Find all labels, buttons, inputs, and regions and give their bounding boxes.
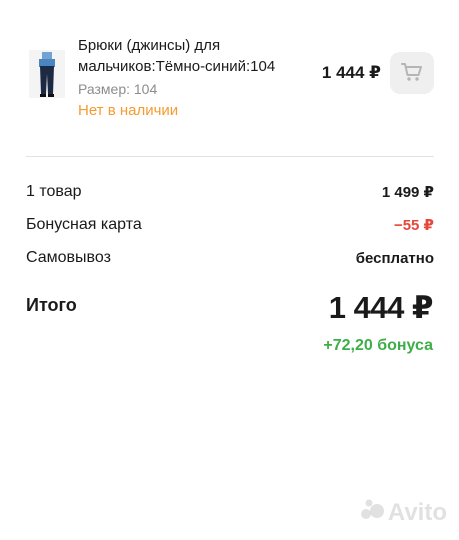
shopping-cart-icon <box>401 62 423 85</box>
product-size: Размер: 104 <box>78 81 158 97</box>
avito-watermark: Avito <box>360 497 447 528</box>
section-divider <box>26 156 434 157</box>
product-info: Брюки (джинсы) для мальчиков:Тёмно-синий… <box>78 35 298 120</box>
availability-status: Нет в наличии <box>78 102 179 119</box>
summary-row-items: 1 товар 1 499 ₽ <box>26 181 434 203</box>
summary-value: 1 499 ₽ <box>381 184 434 201</box>
summary-label: Бонусная карта <box>26 216 142 233</box>
bonus-earned: +72,20 бонуса <box>323 337 433 354</box>
total-label: Итого <box>26 295 77 315</box>
summary-label: Самовывоз <box>26 249 111 266</box>
cart-product-card: Брюки (джинсы) для мальчиков:Тёмно-синий… <box>0 0 459 130</box>
summary-value: −55 ₽ <box>393 217 434 234</box>
product-title[interactable]: Брюки (джинсы) для мальчиков:Тёмно-синий… <box>78 35 298 77</box>
watermark-text: Avito <box>387 498 447 526</box>
add-to-cart-button[interactable] <box>390 52 434 94</box>
product-thumbnail[interactable] <box>29 50 65 98</box>
summary-row-pickup: Самовывоз бесплатно <box>26 247 434 269</box>
total-value: 1 444 ₽ <box>328 290 434 325</box>
avito-logo-icon <box>360 497 388 528</box>
summary-value: бесплатно <box>355 249 434 267</box>
summary-row-bonus-card: Бонусная карта −55 ₽ <box>26 214 434 236</box>
product-price: 1 444 ₽ <box>321 63 381 82</box>
summary-label: 1 товар <box>26 183 82 200</box>
